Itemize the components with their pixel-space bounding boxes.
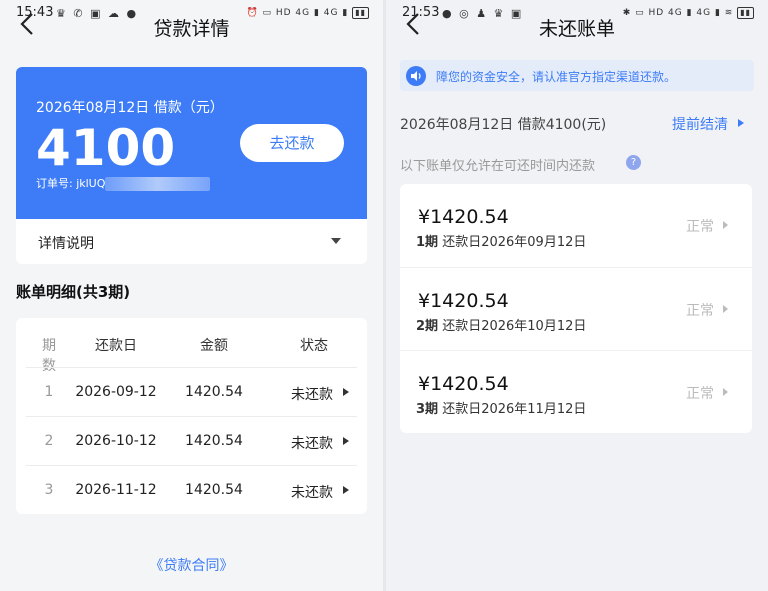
table-row[interactable]: 1 2026-09-12 1420.54 未还款 xyxy=(26,367,357,416)
bill-period: 2期 xyxy=(416,319,439,334)
header-amount: 金额 xyxy=(200,338,228,354)
table-row[interactable]: 2 2026-10-12 1420.54 未还款 xyxy=(26,416,357,465)
chevron-right-icon xyxy=(343,388,349,396)
details-label: 详情说明 xyxy=(38,236,94,252)
row-amount: 1420.54 xyxy=(185,482,243,498)
early-payoff-link[interactable]: 提前结清 xyxy=(672,114,728,134)
bill-period: 3期 xyxy=(416,402,439,417)
list-item[interactable]: ¥1420.54 2期 还款日2026年10月12日 正常 xyxy=(400,267,752,350)
row-date: 2026-09-12 xyxy=(75,384,157,400)
loan-date-label: 2026年08月12日 借款（元） xyxy=(36,100,224,116)
repayment-window-note: 以下账单仅允许在可还时间内还款 xyxy=(400,159,596,174)
list-item[interactable]: ¥1420.54 1期 还款日2026年09月12日 正常 xyxy=(400,184,752,267)
row-date: 2026-11-12 xyxy=(75,482,157,498)
chevron-right-icon xyxy=(723,221,728,229)
bill-due-date: 还款日2026年10月12日 xyxy=(442,319,587,334)
header-status: 状态 xyxy=(300,338,328,354)
bill-section-title: 账单明细(共3期) xyxy=(16,283,131,301)
bill-due: 2期 还款日2026年10月12日 xyxy=(416,315,586,334)
chevron-right-icon xyxy=(343,437,349,445)
list-item[interactable]: ¥1420.54 3期 还款日2026年11月12日 正常 xyxy=(400,350,752,433)
loan-summary-card: 2026年08月12日 借款（元） 4100 订单号: jklUQ 去还款 详情… xyxy=(16,67,367,264)
row-status: 未还款 xyxy=(291,387,333,403)
bill-status: 正常 xyxy=(686,303,714,319)
notice-text: 障您的资金安全，请认准官方指定渠道还款。 xyxy=(436,70,677,84)
repay-button[interactable]: 去还款 xyxy=(240,124,344,162)
row-status: 未还款 xyxy=(291,485,333,501)
security-notice: 障您的资金安全，请认准官方指定渠道还款。 xyxy=(400,60,754,91)
loan-header: 2026年08月12日 借款（元） 4100 订单号: jklUQ 去还款 xyxy=(16,67,367,219)
bill-table: 期数 还款日 金额 状态 1 2026-09-12 1420.54 未还款 2 … xyxy=(16,318,367,514)
speaker-icon xyxy=(406,66,426,86)
table-row[interactable]: 3 2026-11-12 1420.54 未还款 xyxy=(26,465,357,514)
bill-period: 1期 xyxy=(416,235,439,250)
chevron-down-icon xyxy=(331,238,341,244)
bill-amount: ¥1420.54 xyxy=(418,373,509,395)
order-label: 订单号: jklUQ xyxy=(36,177,106,190)
page-title: 贷款详情 xyxy=(153,18,230,40)
row-amount: 1420.54 xyxy=(185,384,243,400)
bill-due: 3期 还款日2026年11月12日 xyxy=(416,398,586,417)
nav-bar: 贷款详情 xyxy=(0,0,383,46)
row-period: 2 xyxy=(44,433,54,449)
nav-bar: 未还账单 xyxy=(386,0,768,46)
bill-amount: ¥1420.54 xyxy=(418,206,509,228)
bill-list: ¥1420.54 1期 还款日2026年09月12日 正常 ¥1420.54 2… xyxy=(400,184,752,433)
row-period: 1 xyxy=(44,384,54,400)
order-number: 订单号: jklUQ xyxy=(36,175,211,191)
page-title: 未还账单 xyxy=(538,18,615,40)
row-period: 3 xyxy=(44,482,54,498)
loan-summary: 2026年08月12日 借款4100(元) xyxy=(400,117,607,133)
unpaid-bills-screen: 21:53 ● ◎ ♟ ♛ ▣ ✱ ▭ HD 4G ▮ 4G ▮ ≋ ▮▮ 未还… xyxy=(386,0,768,591)
help-icon[interactable]: ? xyxy=(626,155,641,170)
chevron-right-icon xyxy=(723,305,728,313)
redacted-order-id xyxy=(105,177,211,191)
row-amount: 1420.54 xyxy=(185,433,243,449)
row-status: 未还款 xyxy=(291,436,333,452)
loan-contract-link[interactable]: 《贷款合同》 xyxy=(0,555,383,575)
chevron-right-icon xyxy=(723,388,728,396)
bill-due-date: 还款日2026年09月12日 xyxy=(442,235,587,250)
row-date: 2026-10-12 xyxy=(75,433,157,449)
bill-due: 1期 还款日2026年09月12日 xyxy=(416,231,586,250)
bill-status: 正常 xyxy=(686,219,714,235)
chevron-right-icon xyxy=(343,486,349,494)
header-due-date: 还款日 xyxy=(95,338,137,354)
details-toggle[interactable]: 详情说明 xyxy=(16,219,367,264)
bill-amount: ¥1420.54 xyxy=(418,290,509,312)
bill-due-date: 还款日2026年11月12日 xyxy=(442,402,587,417)
bill-status: 正常 xyxy=(686,386,714,402)
loan-detail-screen: 15:43 ♛ ✆ ▣ ☁ ● ⏰ ▭ HD 4G ▮ 4G ▮ ▮▮ 贷款详情… xyxy=(0,0,383,591)
loan-amount: 4100 xyxy=(36,119,176,177)
chevron-right-icon xyxy=(738,119,744,127)
